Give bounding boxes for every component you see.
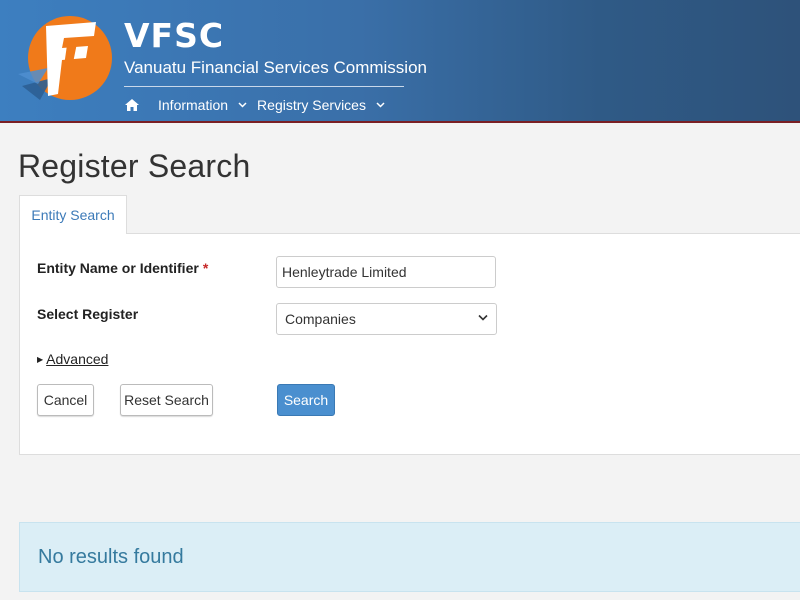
- select-register-label: Select Register: [37, 306, 139, 322]
- advanced-toggle[interactable]: ▶ Advanced: [37, 351, 108, 367]
- nav-item-label: Information: [158, 97, 229, 113]
- no-results-alert: No results found: [19, 522, 800, 592]
- vfsc-logo[interactable]: [18, 8, 114, 104]
- brand-subtitle: Vanuatu Financial Services Commission: [124, 58, 427, 77]
- tab-entity-search[interactable]: Entity Search: [19, 195, 127, 234]
- entity-name-input[interactable]: [276, 256, 496, 288]
- brand-name: VFSC: [124, 16, 225, 55]
- chevron-down-icon: [376, 100, 385, 111]
- header-divider: [124, 86, 404, 87]
- register-select-value: Companies: [285, 311, 356, 327]
- search-button[interactable]: Search: [277, 384, 335, 416]
- entity-name-label: Entity Name or Identifier *: [37, 260, 208, 276]
- chevron-down-icon: [478, 312, 488, 324]
- reset-search-button[interactable]: Reset Search: [120, 384, 213, 416]
- nav-item-label: Registry Services: [257, 97, 366, 113]
- alert-message: No results found: [38, 545, 184, 568]
- page-title: Register Search: [18, 148, 251, 184]
- advanced-link[interactable]: Advanced: [46, 351, 108, 367]
- triangle-right-icon: ▶: [37, 354, 44, 364]
- nav-item-information[interactable]: Information: [158, 97, 247, 113]
- site-header: VFSC Vanuatu Financial Services Commissi…: [0, 0, 800, 123]
- home-icon[interactable]: [124, 98, 142, 112]
- register-select[interactable]: Companies: [276, 303, 497, 335]
- chevron-down-icon: [238, 100, 247, 111]
- entity-name-label-text: Entity Name or Identifier: [37, 260, 199, 276]
- main-nav: Information Registry Services: [124, 94, 395, 116]
- cancel-button[interactable]: Cancel: [37, 384, 94, 416]
- nav-item-registry-services[interactable]: Registry Services: [257, 97, 385, 113]
- required-marker: *: [202, 260, 209, 276]
